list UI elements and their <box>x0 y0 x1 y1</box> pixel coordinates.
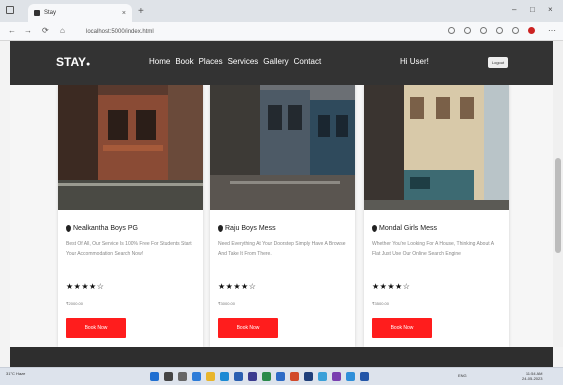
star-rating: ★★★★☆ <box>66 282 105 291</box>
browser-tab[interactable]: Stay × <box>28 4 132 22</box>
favorites-icon[interactable] <box>480 27 487 34</box>
tab-title: Stay <box>44 10 57 16</box>
app-icon-mail[interactable] <box>318 372 327 381</box>
listing-price: ₹3000.00 <box>218 301 236 306</box>
logo-mark-icon: ● <box>86 61 91 68</box>
home-button[interactable]: ⌂ <box>60 26 65 35</box>
listing-description: Need Everything At Your Doorstep Simply … <box>218 241 346 257</box>
app-icon-settings[interactable] <box>360 372 369 381</box>
listing-photo <box>58 85 203 210</box>
listing-price: ₹2000.00 <box>66 301 84 306</box>
nav-links: Home Book Places Services Gallery Contac… <box>149 57 321 66</box>
tab-close-icon[interactable]: × <box>122 10 126 17</box>
location-pin-icon <box>66 225 71 232</box>
listing-description: Best Of All, Our Service Is 100% Free Fo… <box>66 241 192 257</box>
listing-title[interactable]: Nealkantha Boys PG <box>66 225 138 232</box>
app-icon-excel[interactable] <box>262 372 271 381</box>
file-explorer-icon[interactable] <box>206 372 215 381</box>
address-bar-row: ← → ⟳ ⌂ localhost:5000/index.html ⋯ <box>0 22 563 41</box>
taskbar-apps <box>150 372 369 381</box>
nav-services[interactable]: Services <box>228 57 259 66</box>
listing-description: Whether You're Looking For A House, Thin… <box>372 241 494 257</box>
site-navbar: STAY● Home Book Places Services Gallery … <box>10 41 553 85</box>
app-icon-chrome[interactable] <box>290 372 299 381</box>
reload-button[interactable]: ⟳ <box>42 26 49 35</box>
edge-icon[interactable] <box>220 372 229 381</box>
listing-card: Raju Boys Mess Need Everything At Your D… <box>210 85 355 347</box>
app-icon-photos[interactable] <box>346 372 355 381</box>
listing-photo <box>210 85 355 210</box>
clock-date: 24-05-2023 <box>522 376 543 381</box>
app-icon-word[interactable] <box>276 372 285 381</box>
search-icon[interactable] <box>164 372 173 381</box>
window-menu-icon[interactable] <box>6 6 14 14</box>
system-clock[interactable]: 11:54 AM 24-05-2023 <box>522 371 542 381</box>
collections-icon[interactable] <box>496 27 503 34</box>
logo-text: STAY <box>56 55 87 69</box>
user-greeting: Hi User! <box>400 57 429 66</box>
app-icon-terminal[interactable] <box>304 372 313 381</box>
scrollbar-thumb[interactable] <box>555 158 561 253</box>
nav-home[interactable]: Home <box>149 57 170 66</box>
nav-contact[interactable]: Contact <box>294 57 322 66</box>
browser-menu-icon[interactable]: ⋯ <box>548 26 556 35</box>
app-icon-vscode[interactable] <box>248 372 257 381</box>
listing-title[interactable]: Mondal Girls Mess <box>372 225 437 232</box>
site-footer <box>10 347 553 367</box>
close-window-button[interactable]: × <box>548 5 553 14</box>
browser-tab-bar: Stay × + – □ × <box>0 0 563 22</box>
back-button[interactable]: ← <box>8 26 16 35</box>
os-taskbar: 31°C Haze ENG 11:54 AM 24-05-2023 <box>0 367 563 385</box>
listing-photo <box>364 85 509 210</box>
url-input[interactable]: localhost:5000/index.html <box>86 25 416 38</box>
store-icon[interactable] <box>234 372 243 381</box>
account-avatar-icon[interactable] <box>528 27 535 34</box>
widgets-icon[interactable] <box>192 372 201 381</box>
listing-price: ₹3500.00 <box>372 301 390 306</box>
favicon-icon <box>34 10 40 16</box>
location-pin-icon <box>372 225 377 232</box>
logout-button[interactable]: Logout <box>488 57 508 68</box>
site-logo[interactable]: STAY● <box>56 55 90 69</box>
listing-section: Nealkantha Boys PG Best Of All, Our Serv… <box>10 85 553 347</box>
weather-widget[interactable]: 31°C Haze <box>6 371 25 376</box>
nav-book[interactable]: Book <box>175 57 193 66</box>
task-view-icon[interactable] <box>178 372 187 381</box>
profile-icon[interactable] <box>512 27 519 34</box>
language-indicator[interactable]: ENG <box>458 373 467 378</box>
book-now-button[interactable]: Book Now <box>66 318 126 338</box>
new-tab-button[interactable]: + <box>138 6 144 17</box>
read-aloud-icon[interactable] <box>464 27 471 34</box>
app-icon-teams[interactable] <box>332 372 341 381</box>
nav-places[interactable]: Places <box>199 57 223 66</box>
location-pin-icon <box>218 225 223 232</box>
star-rating: ★★★★☆ <box>372 282 411 291</box>
maximize-button[interactable]: □ <box>530 5 535 14</box>
minimize-button[interactable]: – <box>512 5 516 14</box>
book-now-button[interactable]: Book Now <box>218 318 278 338</box>
star-rating: ★★★★☆ <box>218 282 257 291</box>
forward-button[interactable]: → <box>24 26 32 35</box>
nav-gallery[interactable]: Gallery <box>263 57 288 66</box>
listing-card: Nealkantha Boys PG Best Of All, Our Serv… <box>58 85 203 347</box>
listing-title[interactable]: Raju Boys Mess <box>218 225 276 232</box>
extension-icon[interactable] <box>448 27 455 34</box>
book-now-button[interactable]: Book Now <box>372 318 432 338</box>
listing-card: Mondal Girls Mess Whether You're Looking… <box>364 85 509 347</box>
start-icon[interactable] <box>150 372 159 381</box>
